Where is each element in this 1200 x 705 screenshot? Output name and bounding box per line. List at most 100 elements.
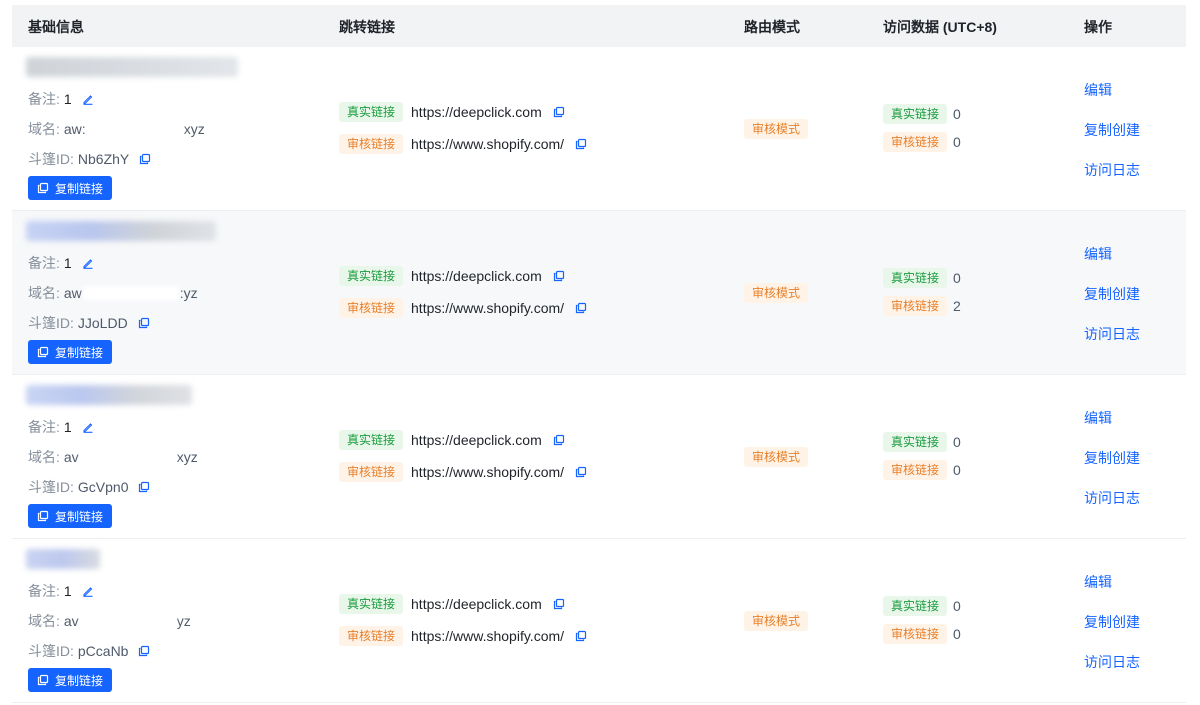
real-link-tag: 真实链接 — [339, 266, 404, 286]
domain-end: :yz — [179, 285, 198, 301]
review-link-tag: 审核链接 — [339, 298, 404, 318]
copy-link-button[interactable]: 复制链接 — [28, 504, 112, 528]
review-visits-tag: 审核链接 — [883, 460, 948, 480]
copy-link-label: 复制链接 — [54, 181, 103, 196]
real-link-url: https://deepclick.com — [411, 432, 542, 448]
note-line: 备注: 1 — [28, 253, 95, 273]
cloak-id-label: 斗篷ID: — [28, 151, 74, 167]
domain-line: 域名: av xyz — [28, 447, 198, 467]
copy-link-label: 复制链接 — [54, 673, 103, 688]
domain-end: yz — [176, 613, 191, 629]
cloak-id-label: 斗篷ID: — [28, 643, 74, 659]
table-row: 备注: 1 域名: aw:yz 斗篷ID: JJoLDD 复制链接 真实链接 https://d… — [12, 211, 1186, 375]
review-link-tag: 审核链接 — [339, 134, 404, 154]
note-value: 1 — [63, 255, 72, 271]
copy-review-url-icon[interactable] — [574, 301, 588, 315]
domain-blur — [79, 614, 176, 628]
real-visits-count: 0 — [953, 106, 961, 122]
domain-label: 域名: — [28, 613, 60, 629]
copy-real-url-icon[interactable] — [552, 433, 566, 447]
note-label: 备注: — [28, 419, 60, 435]
copy-id-icon[interactable] — [137, 644, 151, 658]
cloak-id-line: 斗篷ID: GcVpn0 — [28, 477, 151, 497]
real-visits-count: 0 — [953, 270, 961, 286]
review-visits-tag: 审核链接 — [883, 132, 948, 152]
note-label: 备注: — [28, 91, 60, 107]
copy-review-url-icon[interactable] — [574, 465, 588, 479]
copy-real-url-icon[interactable] — [552, 597, 566, 611]
domain-label: 域名: — [28, 285, 60, 301]
table-row: 备注: 1 域名: av xyz 斗篷ID: GcVpn0 复制链接 真实链接 https://d… — [12, 375, 1186, 539]
review-link-url: https://www.shopify.com/ — [411, 136, 565, 152]
copy-create-link[interactable]: 复制创建 — [1084, 448, 1140, 468]
real-visits-line: 真实链接 0 — [883, 104, 961, 124]
cloak-id-value: GcVpn0 — [77, 479, 129, 495]
edit-link[interactable]: 编辑 — [1084, 244, 1112, 264]
edit-note-icon[interactable] — [81, 256, 95, 270]
copy-id-icon[interactable] — [137, 316, 151, 330]
note-label: 备注: — [28, 255, 60, 271]
copy-link-button[interactable]: 复制链接 — [28, 176, 112, 200]
edit-link[interactable]: 编辑 — [1084, 572, 1112, 592]
review-visits-count: 0 — [953, 626, 961, 642]
review-visits-tag: 审核链接 — [883, 624, 948, 644]
review-visits-count: 0 — [953, 462, 961, 478]
real-visits-tag: 真实链接 — [883, 268, 948, 288]
review-link-url: https://www.shopify.com/ — [411, 464, 565, 480]
domain-start: aw: — [63, 121, 86, 137]
real-visits-line: 真实链接 0 — [883, 268, 961, 288]
edit-note-icon[interactable] — [81, 584, 95, 598]
header-redirect-link: 跳转链接 — [339, 19, 395, 35]
blurred-link-name — [26, 57, 238, 77]
review-link-line: 审核链接 https://www.shopify.com/ — [339, 626, 588, 646]
copy-link-label: 复制链接 — [54, 509, 103, 524]
edit-note-icon[interactable] — [81, 420, 95, 434]
domain-start: av — [63, 449, 79, 465]
copy-link-button[interactable]: 复制链接 — [28, 340, 112, 364]
review-visits-line: 审核链接 2 — [883, 296, 961, 316]
route-mode-tag: 审核模式 — [744, 119, 809, 139]
real-link-tag: 真实链接 — [339, 430, 404, 450]
domain-start: aw — [63, 285, 82, 301]
copy-create-link[interactable]: 复制创建 — [1084, 120, 1140, 140]
edit-link[interactable]: 编辑 — [1084, 80, 1112, 100]
cloak-id-label: 斗篷ID: — [28, 315, 74, 331]
cloak-id-line: 斗篷ID: Nb6ZhY — [28, 149, 152, 169]
domain-end: xyz — [183, 121, 205, 137]
copy-review-url-icon[interactable] — [574, 137, 588, 151]
real-link-line: 真实链接 https://deepclick.com — [339, 594, 566, 614]
visit-log-link[interactable]: 访问日志 — [1084, 652, 1140, 672]
visit-log-link[interactable]: 访问日志 — [1084, 160, 1140, 180]
copy-real-url-icon[interactable] — [552, 105, 566, 119]
blurred-link-name — [26, 221, 216, 241]
copy-create-link[interactable]: 复制创建 — [1084, 612, 1140, 632]
copy-id-icon[interactable] — [137, 480, 151, 494]
visit-log-link[interactable]: 访问日志 — [1084, 488, 1140, 508]
table-row: 备注: 1 域名: aw: xyz 斗篷ID: Nb6ZhY 复制链接 真实链接 https://… — [12, 47, 1186, 211]
copy-link-label: 复制链接 — [54, 345, 103, 360]
blurred-link-name — [26, 549, 100, 569]
review-visits-line: 审核链接 0 — [883, 624, 961, 644]
review-link-tag: 审核链接 — [339, 462, 404, 482]
review-visits-line: 审核链接 0 — [883, 132, 961, 152]
domain-line: 域名: aw :yz — [28, 283, 198, 303]
domain-label: 域名: — [28, 449, 60, 465]
table-header: 基础信息 跳转链接 路由模式 访问数据 (UTC+8) 操作 — [12, 5, 1186, 47]
edit-note-icon[interactable] — [81, 92, 95, 106]
copy-id-icon[interactable] — [138, 152, 152, 166]
real-link-line: 真实链接 https://deepclick.com — [339, 430, 566, 450]
links-table: 基础信息 跳转链接 路由模式 访问数据 (UTC+8) 操作 备注: 1 域名: aw… — [12, 5, 1186, 703]
domain-line: 域名: aw: xyz — [28, 119, 205, 139]
header-route-mode: 路由模式 — [744, 19, 800, 35]
copy-link-button[interactable]: 复制链接 — [28, 668, 112, 692]
real-visits-line: 真实链接 0 — [883, 432, 961, 452]
copy-review-url-icon[interactable] — [574, 629, 588, 643]
review-link-tag: 审核链接 — [339, 626, 404, 646]
real-visits-count: 0 — [953, 434, 961, 450]
review-visits-count: 2 — [953, 298, 961, 314]
copy-real-url-icon[interactable] — [552, 269, 566, 283]
edit-link[interactable]: 编辑 — [1084, 408, 1112, 428]
copy-create-link[interactable]: 复制创建 — [1084, 284, 1140, 304]
visit-log-link[interactable]: 访问日志 — [1084, 324, 1140, 344]
real-link-line: 真实链接 https://deepclick.com — [339, 266, 566, 286]
